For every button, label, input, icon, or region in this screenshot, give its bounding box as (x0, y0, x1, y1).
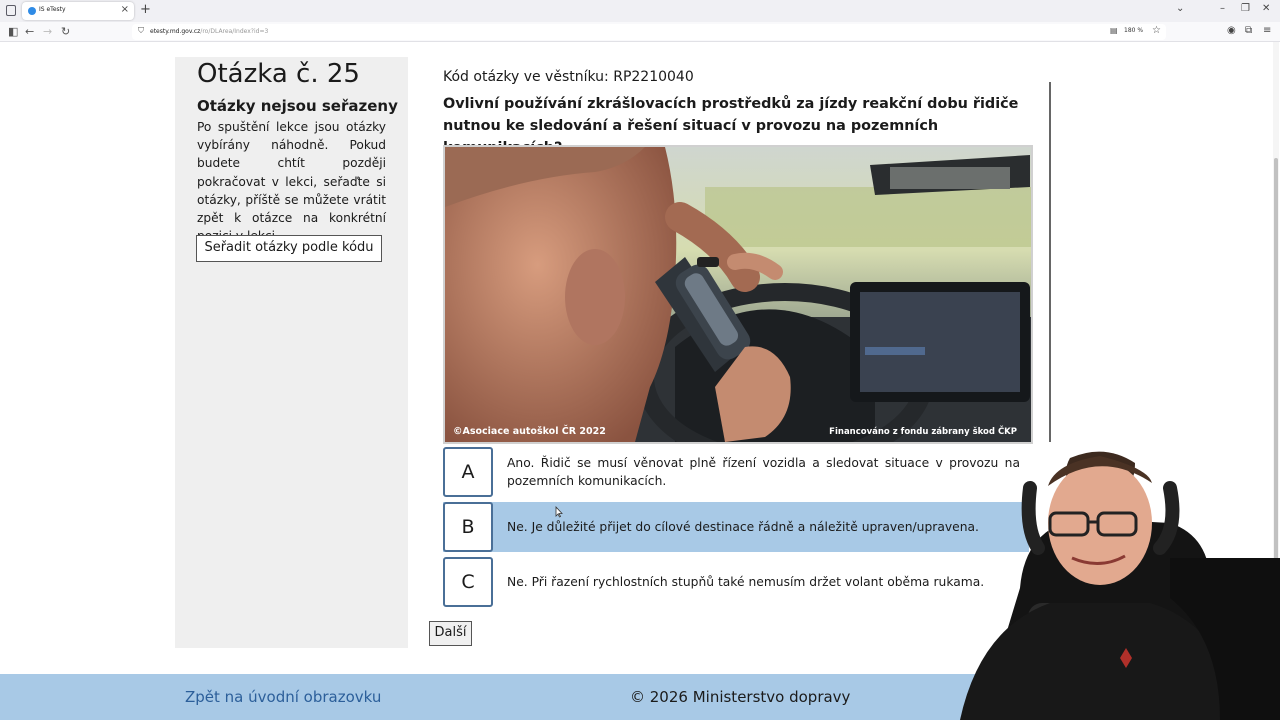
unsorted-description: Po spuštění lekce jsou otázky vybírány n… (197, 120, 386, 243)
site-info-icon[interactable]: ⛉ (138, 26, 144, 36)
sort-by-code-button[interactable]: Seřadit otázky podle kódu (196, 235, 382, 262)
window-minimize-icon[interactable]: – (1220, 3, 1225, 14)
question-number-heading: Otázka č. 25 (197, 59, 360, 89)
unsorted-heading: Otázky nejsou seřazeny (197, 97, 398, 115)
mouse-cursor-icon (555, 506, 563, 518)
browser-nav-bar: ◧ ← → ↻ ⛉ etesty.md.gov.cz/ro/DLArea/Ind… (0, 22, 1280, 42)
driver-shaving-illustration (445, 147, 1031, 442)
forward-icon[interactable]: → (43, 25, 52, 38)
content-divider (1049, 82, 1051, 442)
sidebar-toggle-icon[interactable] (6, 5, 16, 16)
tab-close-icon[interactable]: × (121, 4, 129, 15)
image-caption-left: ©Asociace autoškol ČR 2022 (453, 426, 606, 437)
bookmark-star-icon[interactable]: ☆ (1152, 25, 1161, 36)
window-close-icon[interactable]: ✕ (1262, 3, 1270, 14)
address-bar[interactable]: ⛉ etesty.md.gov.cz/ro/DLArea/Index?id=3 … (132, 24, 1166, 40)
extensions-icon[interactable]: ⧉ (1245, 25, 1252, 36)
image-caption-right: Financováno z fondu zábrany škod ČKP (829, 427, 1017, 437)
tab-title: IS eTesty (39, 6, 66, 13)
url-path: /ro/DLArea/Index?id=3 (200, 28, 269, 35)
menu-icon[interactable]: ≡ (1263, 25, 1271, 36)
reader-view-icon[interactable]: ▤ (1110, 26, 1118, 35)
question-image: ©Asociace autoškol ČR 2022 Financováno z… (443, 145, 1033, 444)
back-to-home-link[interactable]: Zpět na úvodní obrazovku (185, 688, 381, 706)
zoom-indicator[interactable]: 180 % (1122, 27, 1145, 34)
account-icon[interactable]: ◉ (1227, 25, 1236, 36)
tab-list-chevron-icon[interactable]: ⌄ (1176, 3, 1184, 14)
answer-letter[interactable]: A (443, 447, 493, 497)
answer-letter[interactable]: C (443, 557, 493, 607)
webcam-overlay (960, 451, 1280, 720)
url-text: etesty.md.gov.cz/ro/DLArea/Index?id=3 (150, 28, 268, 35)
new-tab-icon[interactable]: + (140, 2, 151, 17)
sidebar-icon[interactable]: ◧ (8, 25, 18, 38)
next-button[interactable]: Další (429, 621, 472, 646)
browser-tab[interactable]: IS eTesty × (22, 2, 134, 20)
browser-tab-bar: IS eTesty × + ⌄ – ❐ ✕ (0, 0, 1280, 22)
window-restore-icon[interactable]: ❐ (1241, 3, 1250, 14)
question-code: Kód otázky ve věstníku: RP2210040 (443, 69, 694, 85)
question-sidebar: Otázka č. 25 Otázky nejsou seřazeny Po s… (175, 57, 408, 648)
answer-letter[interactable]: B (443, 502, 493, 552)
back-icon[interactable]: ← (25, 25, 34, 38)
tab-favicon-icon (28, 7, 36, 15)
url-host: etesty.md.gov.cz (150, 28, 201, 35)
copyright-text: © 2026 Ministerstvo dopravy (630, 688, 851, 706)
reload-icon[interactable]: ↻ (61, 25, 70, 38)
